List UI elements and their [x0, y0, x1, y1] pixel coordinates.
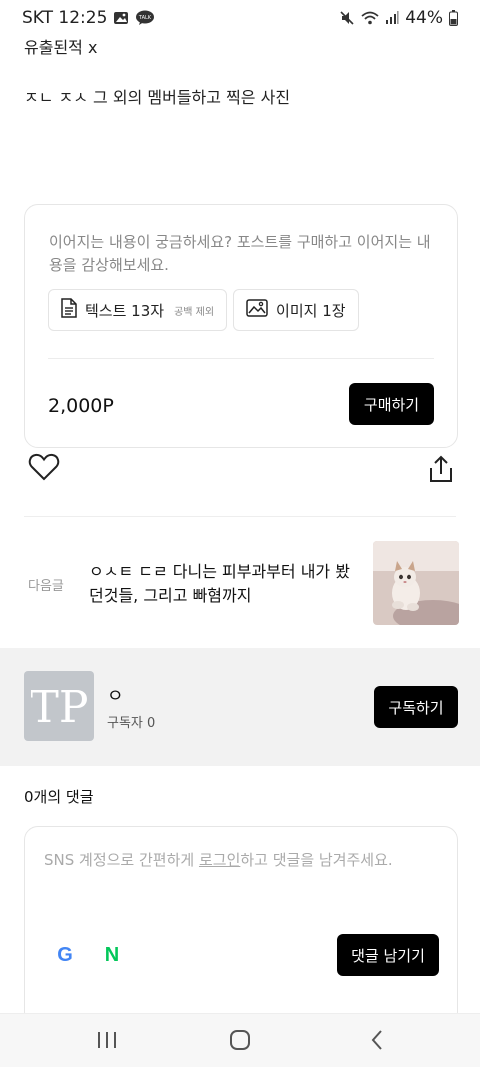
comment-placeholder-text: SNS 계정으로 간편하게: [44, 851, 199, 869]
comment-placeholder: SNS 계정으로 간편하게 로그인하고 댓글을 남겨주세요.: [44, 849, 393, 870]
kakaotalk-icon: TALK: [135, 10, 155, 26]
next-post-label: 다음글: [28, 579, 64, 594]
next-post-title[interactable]: ㅇㅅㅌ ㄷㄹ 다니는 피부과부터 내가 봤던것들, 그리고 빠혐까지: [89, 560, 359, 608]
price: 2,000P: [48, 395, 114, 417]
purchase-description: 이어지는 내용이 궁금하세요? 포스트를 구매하고 이어지는 내용을 감상해보세…: [49, 233, 431, 274]
comments-count: 0개의 댓글: [24, 788, 94, 806]
buy-button[interactable]: 구매하기: [349, 383, 434, 425]
wifi-icon: [361, 10, 379, 26]
google-login-icon[interactable]: G: [54, 943, 76, 969]
home-icon[interactable]: [229, 1029, 251, 1055]
battery-percent: 44%: [405, 8, 443, 28]
svg-text:TP: TP: [31, 684, 87, 728]
text-count-note: 공백 제외: [174, 306, 215, 318]
gallery-icon: [113, 11, 129, 25]
divider: [24, 516, 456, 517]
author-name[interactable]: ㅇ: [107, 682, 124, 708]
purchase-card: 이어지는 내용이 궁금하세요? 포스트를 구매하고 이어지는 내용을 감상해보세…: [24, 204, 458, 448]
status-time: SKT 12:25: [22, 8, 108, 28]
text-count-chip: 텍스트 13자 공백 제외: [48, 289, 228, 331]
subscriber-count: 구독자 0: [107, 716, 156, 731]
image-icon: [246, 299, 268, 321]
leave-comment-button[interactable]: 댓글 남기기: [337, 934, 439, 976]
divider: [48, 358, 434, 359]
like-heart-icon[interactable]: [28, 452, 60, 486]
status-bar: SKT 12:25 TALK 44%: [0, 0, 480, 36]
text-count-label: 텍스트 13자: [85, 301, 165, 320]
next-post-link[interactable]: 다음글 ㅇㅅㅌ ㄷㄹ 다니는 피부과부터 내가 봤던것들, 그리고 빠혐까지: [0, 540, 480, 630]
subscribe-button[interactable]: 구독하기: [374, 686, 458, 728]
document-icon: [61, 298, 77, 322]
post-text-line: ㅈㄴ ㅈㅅ 그 외의 멤버들하고 찍은 사진: [24, 88, 291, 107]
image-count-chip: 이미지 1장: [233, 289, 359, 331]
author-profile: TP ㅇ 구독자 0 구독하기: [0, 648, 480, 766]
back-icon[interactable]: [369, 1029, 385, 1055]
comment-box: SNS 계정으로 간편하게 로그인하고 댓글을 남겨주세요. G N 댓글 남기…: [24, 826, 458, 1026]
mute-icon: [339, 10, 355, 26]
svg-text:G: G: [57, 944, 73, 965]
image-count-label: 이미지 1장: [276, 301, 346, 320]
battery-icon: [449, 10, 458, 26]
avatar[interactable]: TP: [24, 671, 94, 741]
system-nav-bar: [0, 1013, 480, 1067]
recent-apps-icon[interactable]: [96, 1030, 118, 1054]
post-text-line: 유출된적 x: [24, 38, 98, 57]
signal-icon: [385, 11, 399, 25]
post-actions: [0, 452, 480, 492]
next-post-thumbnail[interactable]: [373, 541, 459, 625]
svg-text:N: N: [105, 944, 119, 965]
comment-placeholder-text: 하고 댓글을 남겨주세요.: [240, 851, 393, 869]
naver-login-icon[interactable]: N: [102, 943, 122, 969]
share-icon[interactable]: [428, 454, 454, 488]
svg-text:TALK: TALK: [138, 15, 152, 21]
login-link[interactable]: 로그인: [199, 851, 240, 869]
